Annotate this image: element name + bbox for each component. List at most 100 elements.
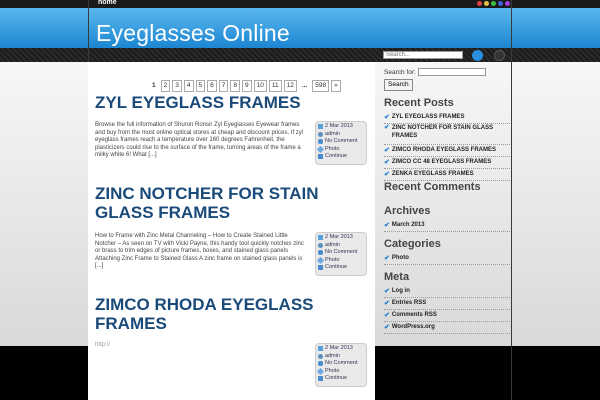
dot-icon [484,1,489,6]
tag-icon [316,145,325,153]
comment-icon [318,139,323,145]
check-icon: ✔ [384,300,390,307]
post-category[interactable]: Photo [325,368,339,376]
top-bar: home [0,0,600,8]
archive-item[interactable]: ✔ March 2013 [384,220,510,232]
dot-icon [477,1,482,6]
continue-link[interactable]: Continue [325,153,347,161]
meta-item[interactable]: ✔ WordPress.org [384,322,510,334]
page-link[interactable]: 9 [242,80,252,92]
recent-comments-title: Recent Comments [384,181,481,193]
categories-title: Categories [384,238,441,250]
meta-item[interactable]: ✔ Entries RSS [384,298,510,310]
post-meta: 2 Mar 2013 admin No Comment Photo Contin… [315,343,367,387]
header-search-input[interactable] [383,51,463,59]
recent-post-item[interactable]: ✔ ZIMCO CC 48 EYEGLASS FRAMES [384,157,510,169]
post-meta: 2 Mar 2013 admin No Comment Photo Contin… [315,232,367,276]
page-link[interactable]: 8 [230,80,240,92]
post-date: 2 Mar 2013 [325,345,353,351]
check-icon: ✔ [384,312,390,319]
dot-icon [505,1,510,6]
window-dots [477,1,510,6]
dot-icon [491,1,496,6]
page-link[interactable]: 6 [207,80,217,92]
post-excerpt: Browse the full information of Shuron Ro… [95,122,304,158]
page-link[interactable]: 10 [253,80,267,92]
check-icon: ✔ [384,124,390,131]
recent-post-item[interactable]: ✔ ZENKA EYEGLASS FRAMES [384,169,510,181]
post-comments[interactable]: No Comment [325,249,357,257]
page-link[interactable]: 4 [183,80,194,92]
page-link[interactable]: 12 [283,80,297,92]
tag-icon [316,367,325,375]
sidebar-search-button[interactable]: Search [384,79,413,91]
post-comments[interactable]: No Comment [325,360,357,368]
column-divider [511,0,512,400]
calendar-icon [318,124,323,130]
user-icon [318,131,323,137]
continue-icon [318,376,323,382]
tag-icon [316,256,325,264]
sidebar-search-input[interactable] [418,68,486,76]
post-category[interactable]: Photo [325,257,339,265]
post-title[interactable]: ZIMCO RHODA EYEGLASS FRAMES [95,295,335,333]
comment-icon [318,361,323,367]
user-icon [318,242,323,248]
post-meta: 2 Mar 2013 admin No Comment Photo Contin… [315,121,367,165]
post-excerpt: How to Frame with Zinc Metal Channeling … [95,233,304,269]
continue-link[interactable]: Continue [325,264,347,272]
check-icon: ✔ [384,159,390,166]
post-date: 2 Mar 2013 [325,234,353,240]
check-icon: ✔ [384,222,390,229]
page-link: 1 [149,80,159,92]
check-icon: ✔ [384,288,390,295]
recent-post-item[interactable]: ✔ ZINC NOTCHER FOR STAIN GLASS FRAMES [384,124,510,145]
dot-icon [498,1,503,6]
header-band [0,48,600,62]
calendar-icon [318,235,323,241]
post-date: 2 Mar 2013 [325,123,353,129]
page-link[interactable]: 7 [218,80,229,92]
calendar-icon [318,346,323,352]
check-icon: ✔ [384,255,390,262]
archives-list: ✔ March 2013 [384,220,510,232]
post-title[interactable]: ZYL EYEGLASS FRAMES [95,93,335,112]
search-icon[interactable] [472,50,483,61]
check-icon: ✔ [384,114,390,121]
next-page-link[interactable]: » [331,80,341,92]
categories-list: ✔ Photo [384,253,510,265]
home-link[interactable]: home [98,0,117,6]
recent-post-item[interactable]: ✔ ZYL EYEGLASS FRAMES [384,112,510,124]
post-category[interactable]: Photo [325,146,339,154]
recent-posts-list: ✔ ZYL EYEGLASS FRAMES ✔ ZINC NOTCHER FOR S… [384,112,510,181]
comment-icon [318,250,323,256]
page-link[interactable]: 11 [268,80,282,92]
site-header: Eyeglasses Online [0,8,600,48]
site-title[interactable]: Eyeglasses Online [96,20,290,47]
page-link[interactable]: 2 [160,80,171,92]
sidebar-search-label: Search for: [384,69,416,76]
page-link[interactable]: 5 [195,80,206,92]
page-ellipsis: ... [298,80,311,92]
continue-link[interactable]: Continue [325,375,347,383]
recent-post-item[interactable]: ✔ ZIMCO RHODA EYEGLASS FRAMES [384,145,510,157]
rss-icon[interactable] [494,50,505,61]
meta-title: Meta [384,271,410,283]
post-author[interactable]: admin [325,353,340,361]
pagination: 1 2 3 4 5 6 7 8 9 10 11 12 ... 598 » [149,80,341,92]
check-icon: ✔ [384,171,390,178]
check-icon: ✔ [384,147,390,154]
continue-icon [318,154,323,160]
post-author[interactable]: admin [325,131,340,139]
meta-item[interactable]: ✔ Log in [384,286,510,298]
archives-title: Archives [384,205,431,217]
post-title[interactable]: ZINC NOTCHER FOR STAIN GLASS FRAMES [95,184,335,222]
post-comments[interactable]: No Comment [325,138,357,146]
meta-list: ✔ Log in ✔ Entries RSS ✔ Comments RSS ✔ Word… [384,286,510,334]
page-link[interactable]: 3 [172,80,182,92]
post-author[interactable]: admin [325,242,340,250]
page-link[interactable]: 598 [312,80,330,92]
category-item[interactable]: ✔ Photo [384,253,510,265]
post-excerpt: http:// [95,342,111,348]
meta-item[interactable]: ✔ Comments RSS [384,310,510,322]
